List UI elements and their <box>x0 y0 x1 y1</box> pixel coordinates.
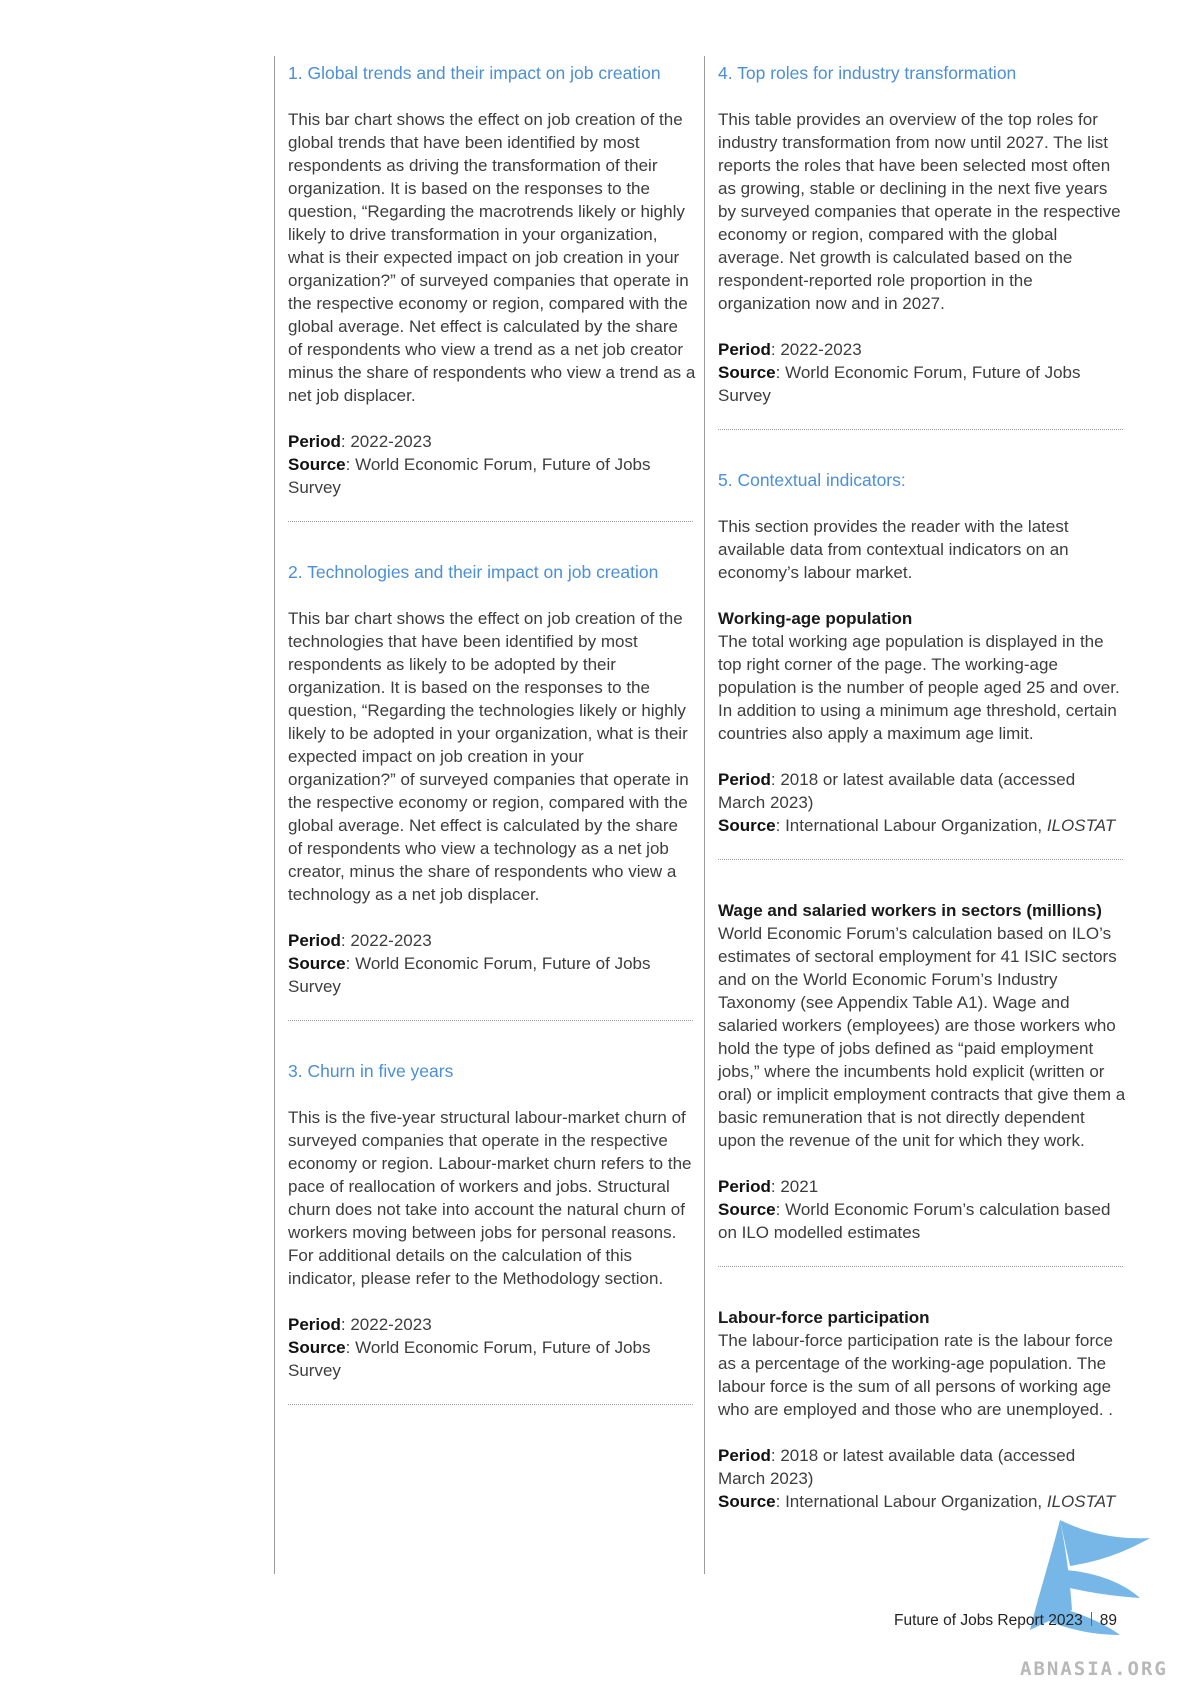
section-5-title: 5. Contextual indicators: <box>718 470 906 490</box>
wage-workers-source: Source: World Economic Forum’s calculati… <box>718 1200 1111 1242</box>
wage-workers-title: Wage and salaried workers in sectors (mi… <box>718 901 1102 920</box>
section-3-period: Period: 2022-2023 <box>288 1315 432 1334</box>
section-5-body: This section provides the reader with th… <box>718 517 1069 582</box>
right-column: 4. Top roles for industry transformation… <box>704 56 1125 1574</box>
section-2-period: Period: 2022-2023 <box>288 931 432 950</box>
section-1-body: This bar chart shows the effect on job c… <box>288 110 696 405</box>
labour-force-title: Labour-force participation <box>718 1308 930 1327</box>
section-3-source: Source: World Economic Forum, Future of … <box>288 1338 651 1380</box>
labour-force-body: The labour-force participation rate is t… <box>718 1331 1114 1419</box>
section-4-source: Source: World Economic Forum, Future of … <box>718 363 1081 405</box>
report-title: Future of Jobs Report 2023 <box>894 1612 1083 1629</box>
section-3-body: This is the five-year structural labour-… <box>288 1108 692 1288</box>
section-2-body: This bar chart shows the effect on job c… <box>288 609 689 904</box>
wage-workers-body: World Economic Forum’s calculation based… <box>718 924 1126 1150</box>
working-age-period: Period: 2018 or latest available data (a… <box>718 770 1076 812</box>
section-3-title: 3. Churn in five years <box>288 1061 454 1081</box>
page-footer: Future of Jobs Report 2023 89 <box>894 1611 1117 1631</box>
left-column: 1. Global trends and their impact on job… <box>274 56 695 1574</box>
section-4-title: 4. Top roles for industry transformation <box>718 63 1017 83</box>
footer-separator <box>1090 1612 1092 1626</box>
section-divider <box>288 1404 693 1405</box>
section-4-body: This table provides an overview of the t… <box>718 110 1121 313</box>
working-age-body: The total working age population is disp… <box>718 632 1120 743</box>
document-page: 1. Global trends and their impact on job… <box>0 0 1191 1684</box>
page-number: 89 <box>1099 1612 1117 1629</box>
section-1-source: Source: World Economic Forum, Future of … <box>288 455 651 497</box>
section-1-period: Period: 2022-2023 <box>288 432 432 451</box>
labour-force-period: Period: 2018 or latest available data (a… <box>718 1446 1076 1488</box>
working-age-title: Working-age population <box>718 609 913 628</box>
section-2-title: 2. Technologies and their impact on job … <box>288 562 659 582</box>
working-age-source: Source: International Labour Organizatio… <box>718 816 1116 835</box>
wage-workers-period: Period: 2021 <box>718 1177 819 1196</box>
section-2-source: Source: World Economic Forum, Future of … <box>288 954 651 996</box>
section-1-title: 1. Global trends and their impact on job… <box>288 63 661 83</box>
section-4-period: Period: 2022-2023 <box>718 340 862 359</box>
watermark-text: ABNASIA.ORG <box>1020 1658 1168 1680</box>
